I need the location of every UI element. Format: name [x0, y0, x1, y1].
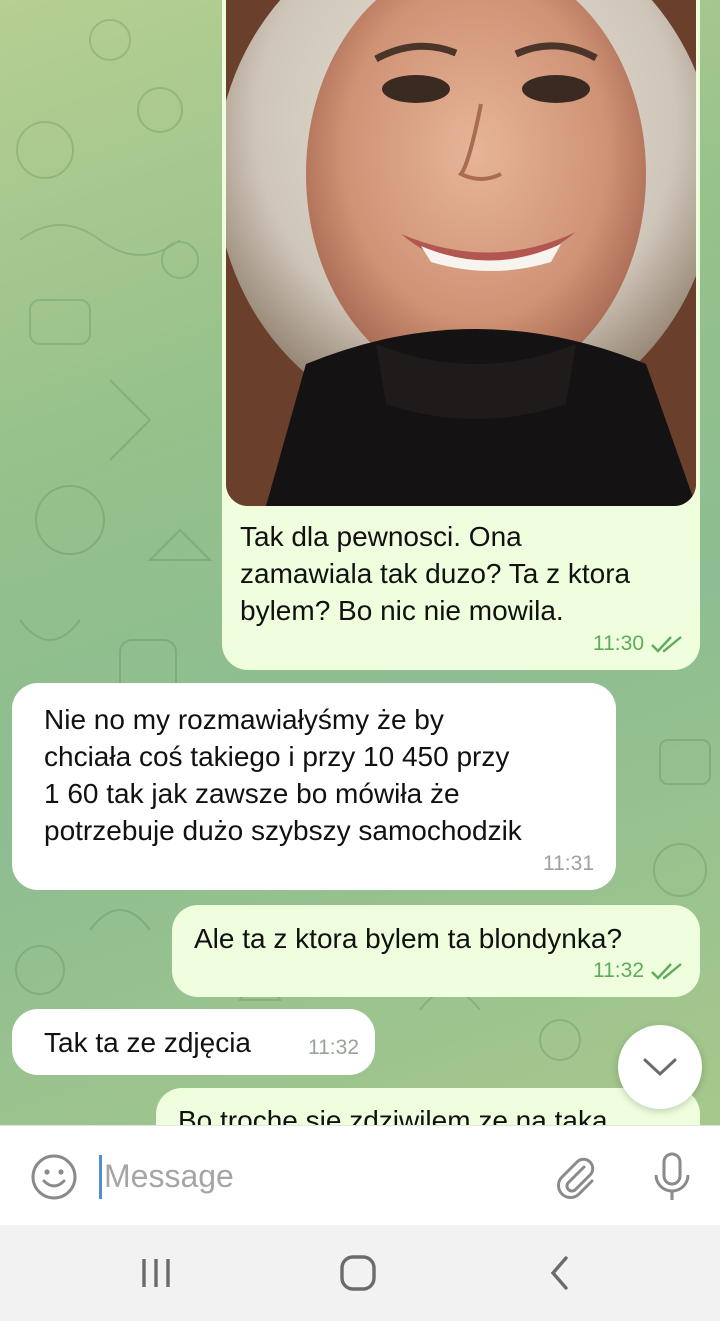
message-text: Tak dla pewnosci. Ona zamawiala tak duzo…: [240, 521, 631, 626]
message-outgoing[interactable]: Bo troche sie zdziwilem ze na taka: [156, 1088, 700, 1125]
home-button[interactable]: [336, 1253, 380, 1293]
chat-area[interactable]: Tak dla pewnosci. Ona zamawiala tak duzo…: [0, 0, 720, 1125]
message-meta: 11:32: [593, 952, 684, 989]
message-text: Nie no my rozmawiałyśmy że by chciała co…: [44, 704, 522, 846]
scroll-down-button[interactable]: [618, 1025, 702, 1109]
chevron-down-icon: [643, 1058, 677, 1077]
system-navigation-bar: [0, 1225, 720, 1321]
double-check-icon: [651, 635, 682, 653]
message-time: 11:30: [593, 632, 644, 655]
message-meta: 11:32: [308, 1029, 359, 1066]
microphone-icon: [654, 1152, 690, 1200]
back-icon: [550, 1256, 568, 1290]
emoji-icon: [31, 1154, 77, 1200]
attach-button[interactable]: [552, 1153, 600, 1201]
back-button[interactable]: [544, 1253, 576, 1293]
message-text: Bo troche sie zdziwilem ze na taka: [178, 1105, 608, 1125]
shared-photo[interactable]: [226, 0, 696, 506]
emoji-button[interactable]: [30, 1153, 78, 1201]
message-time: 11:31: [543, 852, 594, 875]
message-input[interactable]: [104, 1148, 534, 1204]
message-meta: 11:31: [543, 845, 594, 882]
message-incoming[interactable]: Nie no my rozmawiałyśmy że by chciała co…: [12, 683, 616, 890]
message-photo-outgoing[interactable]: Tak dla pewnosci. Ona zamawiala tak duzo…: [222, 0, 700, 670]
message-incoming[interactable]: Tak ta ze zdjęcia 11:32: [12, 1009, 375, 1075]
home-icon: [340, 1255, 376, 1291]
microphone-button[interactable]: [648, 1151, 696, 1203]
text-cursor: [99, 1155, 102, 1199]
message-time: 11:32: [308, 1036, 359, 1059]
message-outgoing[interactable]: Ale ta z ktora bylem ta blondynka? 11:32: [172, 905, 700, 997]
message-composer: [0, 1125, 720, 1225]
message-meta: 11:30: [593, 625, 684, 662]
recents-icon: [142, 1259, 170, 1287]
recents-button[interactable]: [136, 1255, 176, 1291]
portrait-photo-icon: [226, 0, 696, 506]
paperclip-icon: [557, 1157, 595, 1199]
message-time: 11:32: [593, 959, 644, 982]
double-check-icon: [651, 962, 682, 980]
